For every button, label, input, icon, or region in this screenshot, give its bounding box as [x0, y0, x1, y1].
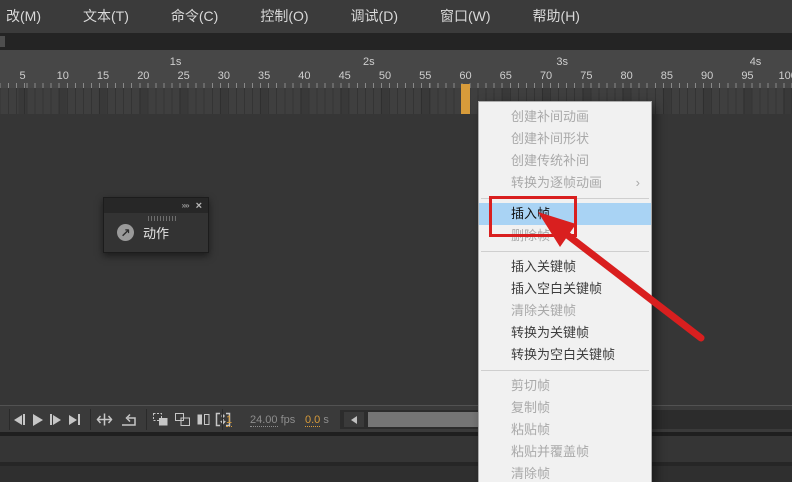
ruler-seconds-label: 2s — [363, 56, 375, 68]
ruler-frame-number: 15 — [96, 70, 110, 82]
menubar-item-modify[interactable]: 改(M) — [0, 0, 62, 33]
ruler-frame-number: 50 — [378, 70, 392, 82]
playhead-marker[interactable] — [461, 84, 471, 114]
menubar-item-help[interactable]: 帮助(H) — [512, 0, 601, 33]
flash-application-window: 改(M) 文本(T) 命令(C) 控制(O) 调试(D) 窗口(W) 帮助(H) 1s 2s 3… — [0, 0, 792, 482]
ruler-frame-number: 30 — [217, 70, 230, 82]
ruler-frame-number: 40 — [298, 70, 311, 82]
ruler-frame-number: 60 — [459, 70, 472, 82]
timeline-context-menu: 创建补间动画 创建补间形状 创建传统补间 转换为逐帧动画 › 插入帧 删除帧 插入关键帧 插入空… — [478, 101, 652, 482]
menubar-item-control[interactable]: 控制(O) — [239, 0, 329, 33]
elapsed-time-field[interactable]: 0.0 s — [305, 414, 329, 427]
ruler-frame-number: 45 — [338, 70, 351, 82]
actions-panel[interactable]: »» × ↗ 动作 — [103, 197, 209, 253]
menubar-item-text[interactable]: 文本(T) — [62, 0, 150, 33]
ruler-frame-number: 55 — [419, 70, 432, 82]
ruler-frame-number: 75 — [580, 70, 593, 82]
edit-multiple-frames-icon[interactable] — [196, 412, 211, 427]
frame-rate-unit: fps — [280, 414, 296, 426]
go-to-last-frame-button[interactable] — [69, 412, 80, 427]
menubar-item-commands[interactable]: 命令(C) — [150, 0, 239, 33]
context-menu-item-clear-frames[interactable]: 清除帧 — [479, 463, 651, 482]
context-menu-item-insert-keyframe[interactable]: 插入关键帧 — [479, 256, 651, 278]
scrollbar-left-arrow-icon[interactable] — [344, 412, 364, 427]
ruler-seconds-label: 1s — [169, 56, 182, 68]
actions-panel-header[interactable]: »» × — [104, 198, 208, 213]
context-menu-item-copy-frames[interactable]: 复制帧 — [479, 397, 651, 419]
context-menu-item-create-shape-tween[interactable]: 创建补间形状 — [479, 128, 651, 150]
menubar: 改(M) 文本(T) 命令(C) 控制(O) 调试(D) 窗口(W) 帮助(H) — [0, 0, 792, 33]
context-menu-item-create-motion-tween[interactable]: 创建补间动画 — [479, 106, 651, 128]
annotation-red-rectangle — [489, 196, 577, 237]
context-menu-item-cut-frames[interactable]: 剪切帧 — [479, 375, 651, 397]
timeline-panel-edge-tab — [0, 36, 5, 47]
ruler-frame-number: 70 — [539, 70, 553, 82]
ruler-frame-number: 85 — [660, 70, 674, 82]
loop-playback-icon[interactable] — [120, 412, 138, 427]
ruler-frame-number: 100 — [778, 70, 792, 82]
step-back-one-frame-button[interactable] — [14, 412, 25, 427]
context-menu-item-convert-to-keyframe[interactable]: 转换为关键帧 — [479, 322, 651, 344]
toolbar-separator — [9, 409, 10, 430]
ruler-seconds-label: 3s — [556, 56, 568, 68]
context-menu-item-paste-frames[interactable]: 粘贴帧 — [479, 419, 651, 441]
ruler-frame-number: 80 — [620, 70, 633, 82]
onion-skin-icon[interactable] — [152, 412, 169, 427]
lower-panel-strip — [0, 436, 792, 462]
toolbar-separator — [222, 409, 223, 430]
playback-toolbar: 1 24.00 fps 0.0 s — [0, 405, 792, 433]
ruler-seconds-label: 4s — [749, 56, 762, 68]
frame-rate-field[interactable]: 24.00 fps — [250, 414, 296, 427]
step-forward-one-frame-button[interactable] — [50, 412, 61, 427]
ruler-frame-number: 10 — [56, 70, 69, 82]
ruler-frame-number: 95 — [741, 70, 754, 82]
center-frame-icon[interactable] — [96, 412, 113, 427]
actionscript-arrow-icon: ↗ — [117, 224, 134, 241]
panel-close-icon[interactable]: × — [196, 200, 202, 212]
ruler-frame-number: 5 — [19, 70, 26, 82]
context-menu-item-clear-keyframe[interactable]: 清除关键帧 — [479, 300, 651, 322]
lower-panel-strip — [0, 466, 792, 482]
timeline-panel-top-strip — [0, 33, 792, 50]
context-menu-item-insert-blank-keyframe[interactable]: 插入空白关键帧 — [479, 278, 651, 300]
toolbar-separator — [146, 409, 147, 430]
menubar-item-window[interactable]: 窗口(W) — [419, 0, 512, 33]
actions-panel-title: 动作 — [143, 226, 170, 241]
stage-area[interactable] — [0, 114, 792, 405]
elapsed-time-value[interactable]: 0.0 — [305, 414, 321, 427]
current-frame-field[interactable]: 1 — [226, 414, 233, 427]
context-menu-item-convert-to-blank-keyframe[interactable]: 转换为空白关键帧 — [479, 344, 651, 366]
submenu-arrow-icon: › — [635, 175, 640, 190]
context-menu-item-convert-to-frame-animation[interactable]: 转换为逐帧动画 › — [479, 172, 651, 194]
context-menu-separator — [479, 247, 651, 256]
context-menu-item-create-classic-tween[interactable]: 创建传统补间 — [479, 150, 651, 172]
play-button[interactable] — [33, 412, 43, 427]
ruler-frame-number: 35 — [258, 70, 271, 82]
panel-drag-grip-icon[interactable] — [148, 216, 176, 221]
frame-rate-value[interactable]: 24.00 — [250, 414, 278, 427]
ruler-frame-number: 25 — [177, 70, 190, 82]
ruler-frame-number: 65 — [499, 70, 512, 82]
timeline-frame-grid[interactable] — [0, 88, 792, 116]
ruler-frame-number: 20 — [137, 70, 150, 82]
menubar-item-debug[interactable]: 调试(D) — [330, 0, 419, 33]
toolbar-separator — [90, 409, 91, 430]
panel-collapse-icon[interactable]: »» — [182, 201, 190, 210]
context-menu-item-paste-and-overwrite-frames[interactable]: 粘贴并覆盖帧 — [479, 441, 651, 463]
onion-skin-outlines-icon[interactable] — [174, 412, 191, 427]
ruler-frame-number: 90 — [701, 70, 714, 82]
elapsed-time-unit: s — [323, 414, 329, 426]
context-menu-separator — [479, 366, 651, 375]
